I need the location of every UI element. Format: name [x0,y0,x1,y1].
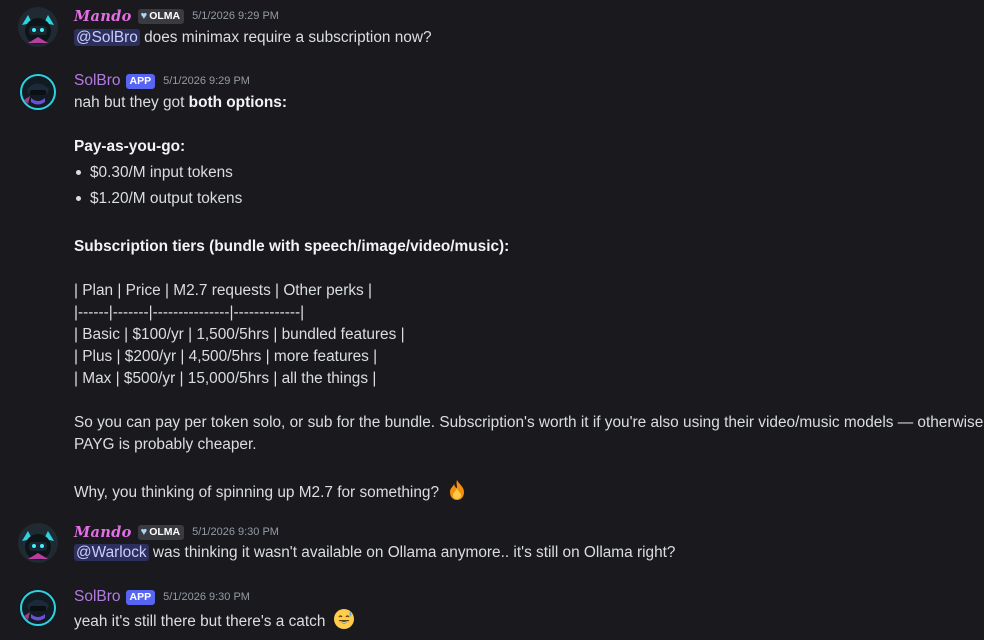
avatar-solbro[interactable] [18,72,58,112]
message-text: does minimax require a subscription now? [139,29,432,46]
bullet-dot [76,170,81,175]
table-line: | Plus | $200/yr | 4,500/5hrs | more fea… [74,348,378,365]
message-content: @SolBro does minimax require a subscript… [74,28,432,48]
message-text: was thinking it wasn't available on Olla… [148,544,676,561]
guild-tag-olma[interactable]: ♥ OLMA [137,524,185,540]
username-solbro[interactable]: SolBro [74,72,121,90]
app-badge: APP [125,589,156,605]
message-header: SolBro APP 5/1/2026 9:30 PM [74,588,250,606]
list-item: $1.20/M output tokens [90,190,243,207]
message-content: @Warlock was thinking it wasn't availabl… [74,543,675,563]
bullet-dot [76,196,81,201]
table-line: | Plan | Price | M2.7 requests | Other p… [74,282,372,299]
list-item: $0.30/M input tokens [90,164,233,181]
username-mando[interactable]: Mando [74,524,132,541]
app-badge: APP [125,73,156,89]
timestamp: 5/1/2026 9:30 PM [192,526,279,538]
guild-tag-olma[interactable]: ♥ OLMA [137,8,185,24]
message-header: SolBro APP 5/1/2026 9:29 PM [74,72,250,90]
summary-line: So you can pay per token solo, or sub fo… [74,414,984,431]
table-line: | Basic | $100/yr | 1,500/5hrs | bundled… [74,326,405,343]
heart-icon: ♥ [140,10,148,22]
avatar-mando[interactable] [18,7,58,47]
username-solbro[interactable]: SolBro [74,588,121,606]
timestamp: 5/1/2026 9:30 PM [163,591,250,603]
intro-text: nah but they got [74,94,189,111]
avatar-mando[interactable] [18,523,58,563]
question-line: Why, you thinking of spinning up M2.7 fo… [74,479,468,507]
mention-solbro[interactable]: @SolBro [74,29,140,46]
timestamp: 5/1/2026 9:29 PM [163,75,250,87]
message-intro: nah but they got both options: [74,93,287,113]
timestamp: 5/1/2026 9:29 PM [192,10,279,22]
avatar-solbro[interactable] [18,588,58,628]
message-content: yeah it's still there but there's a catc… [74,608,355,636]
guild-tag-label: OLMA [149,10,181,22]
intro-bold-text: both options: [188,94,287,111]
username-mando[interactable]: Mando [74,8,132,25]
sweat-smile-emoji-icon [333,608,355,636]
payg-heading: Pay-as-you-go: [74,138,186,155]
table-line: |------|-------|---------------|--------… [74,304,305,321]
table-line: | Max | $500/yr | 15,000/5hrs | all the … [74,370,377,387]
message-header: Mando ♥ OLMA 5/1/2026 9:29 PM [74,7,279,25]
message-header: Mando ♥ OLMA 5/1/2026 9:30 PM [74,523,279,541]
guild-tag-label: OLMA [149,526,181,538]
fire-emoji-icon [446,479,468,507]
subscription-heading: Subscription tiers (bundle with speech/i… [74,238,510,255]
mention-warlock[interactable]: @Warlock [74,544,149,561]
summary-line: PAYG is probably cheaper. [74,436,257,453]
message-text: yeah it's still there but there's a catc… [74,613,326,631]
heart-icon: ♥ [140,526,148,538]
question-text: Why, you thinking of spinning up M2.7 fo… [74,484,440,502]
